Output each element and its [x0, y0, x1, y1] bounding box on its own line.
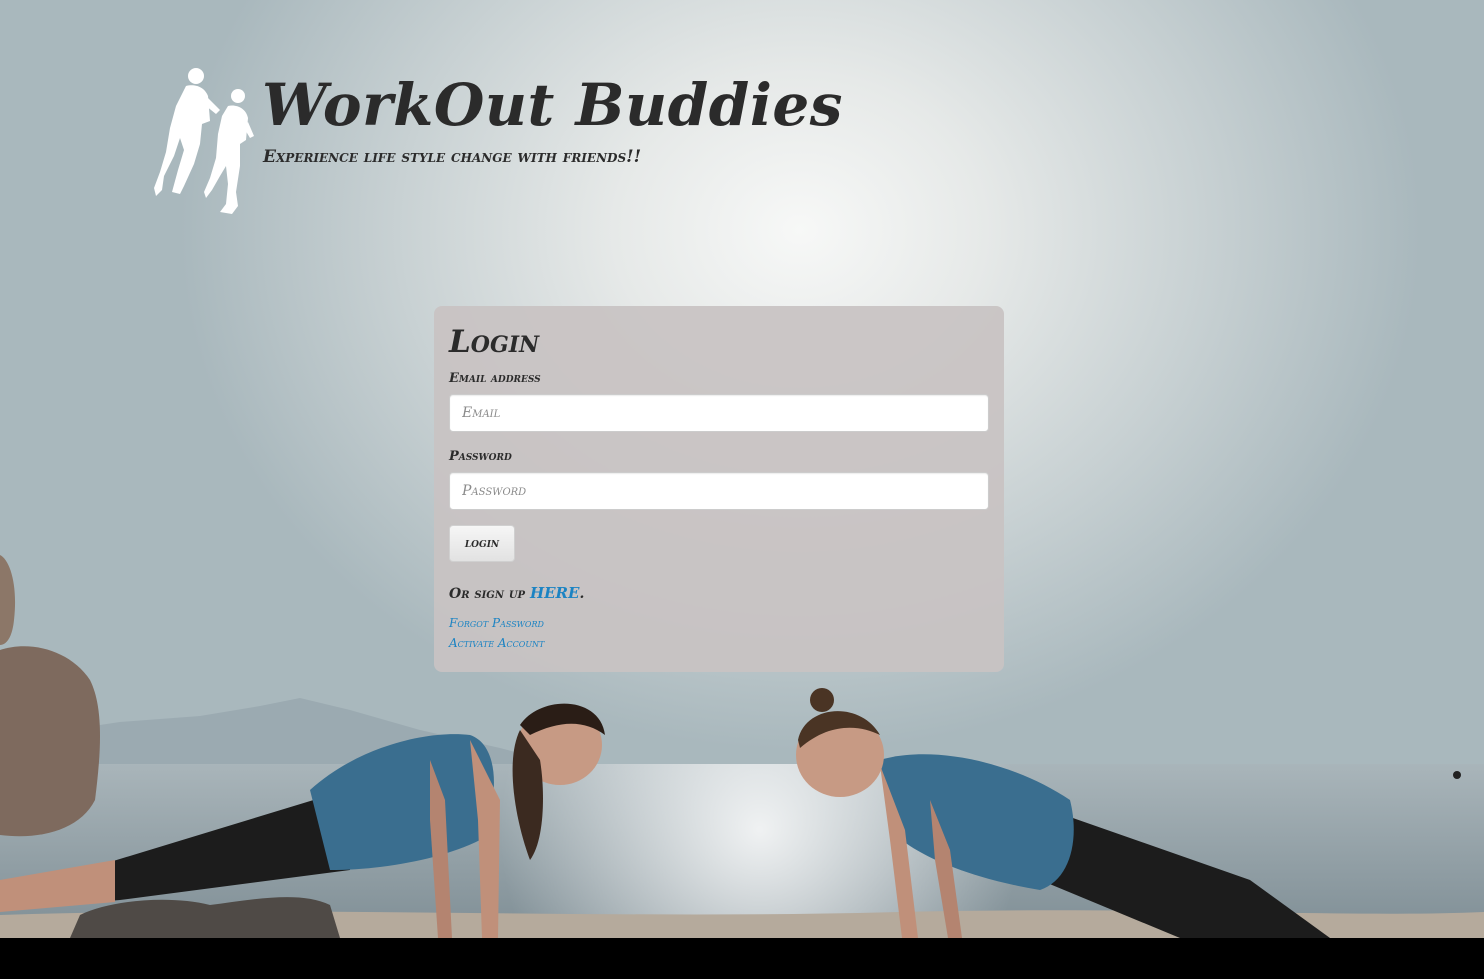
password-label: Password — [449, 449, 512, 464]
bottom-bar — [0, 938, 1484, 979]
rock-large — [0, 646, 100, 837]
activate-account-link[interactable]: Activate Account — [449, 634, 544, 652]
login-button[interactable]: login — [449, 525, 515, 562]
email-label: Email address — [449, 371, 541, 386]
runners-silhouette-icon — [154, 68, 254, 214]
site-title: WorkOut Buddies — [262, 71, 843, 139]
signup-prompt: Or sign up HERE. — [449, 583, 584, 604]
signup-here-link[interactable]: HERE — [530, 584, 580, 602]
rock-small — [0, 555, 16, 645]
brand-header: WorkOut Buddies Experience life style ch… — [154, 66, 854, 226]
buoy — [1453, 771, 1461, 779]
signup-prefix: Or sign up — [449, 586, 530, 602]
email-input[interactable] — [449, 394, 989, 432]
site-tagline: Experience life style change with friend… — [263, 147, 642, 167]
login-heading: Login — [449, 324, 540, 360]
signup-suffix: . — [579, 586, 585, 602]
login-panel: Login Email address Password login Or si… — [434, 306, 1004, 672]
forgot-password-link[interactable]: Forgot Password — [449, 614, 544, 632]
password-input[interactable] — [449, 472, 989, 510]
